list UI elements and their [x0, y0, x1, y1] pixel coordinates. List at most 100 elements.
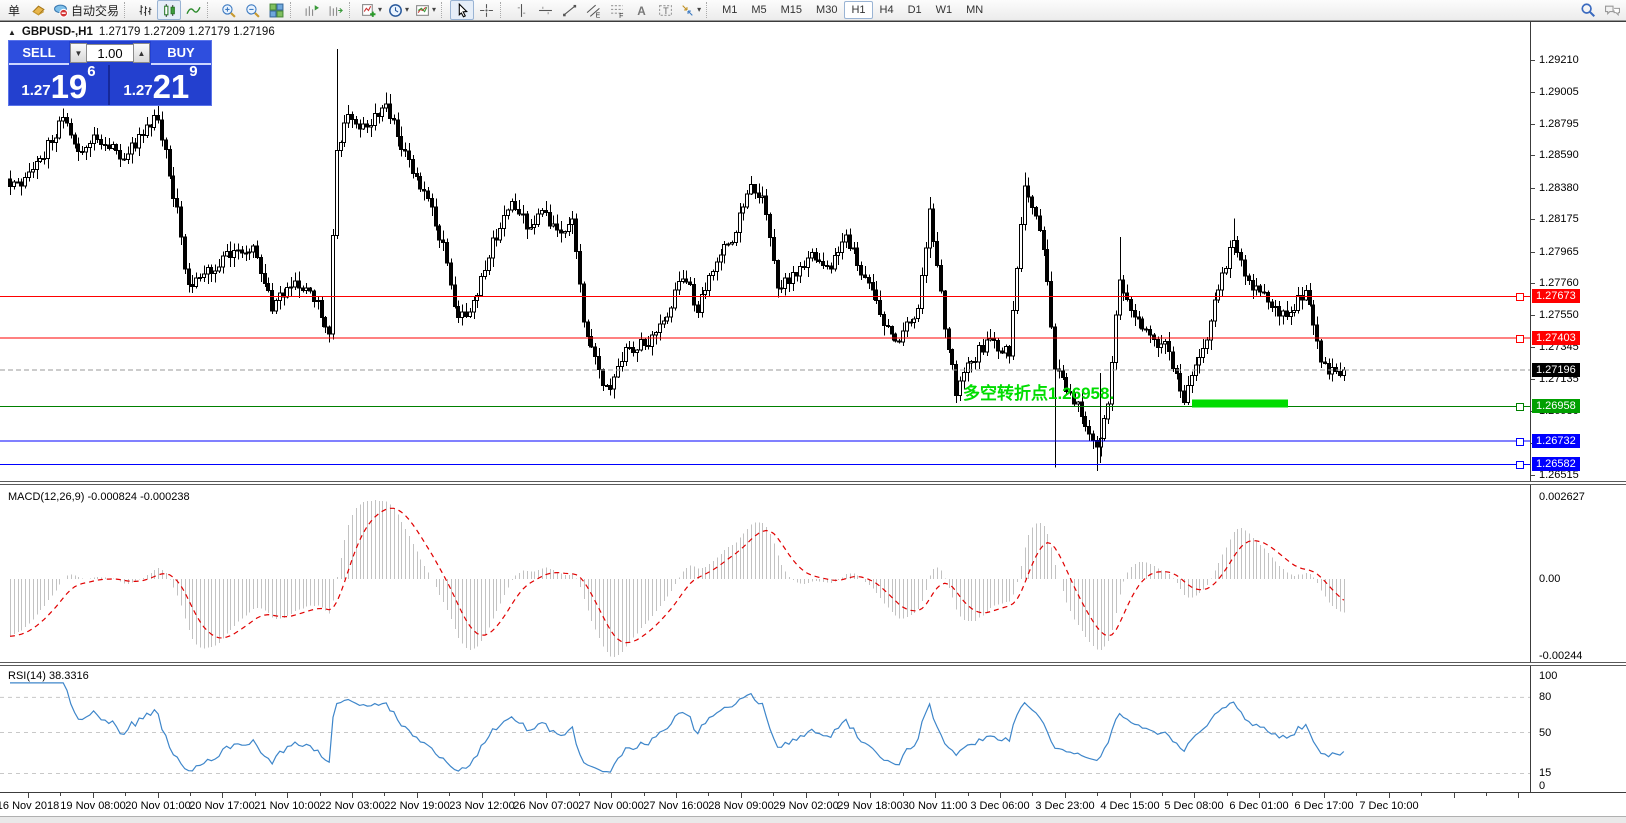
line-endpoint-handle[interactable] [1516, 403, 1524, 411]
candlestick-chart-button[interactable] [157, 0, 181, 20]
x-axis-label: 22 Nov 03:00 [319, 800, 384, 812]
svg-text:A: A [637, 4, 646, 17]
rsi-axis-tick: 15 [1539, 767, 1551, 779]
chat-icon [1604, 3, 1621, 18]
x-axis-label: 21 Nov 10:00 [254, 800, 319, 812]
chart-shift-button[interactable] [299, 0, 323, 20]
cursor-icon [455, 3, 470, 18]
periods-button[interactable]: ▾ [385, 0, 412, 20]
auto-scroll-button[interactable] [323, 0, 347, 20]
volume-input[interactable] [87, 44, 133, 62]
dropdown-arrow-icon[interactable]: ▾ [405, 6, 409, 14]
search-button[interactable] [1576, 0, 1600, 20]
cursor-button[interactable] [450, 0, 474, 20]
new-chart-button[interactable]: ▾ [358, 0, 385, 20]
zoom-in-icon [221, 3, 236, 18]
crosshair-button[interactable] [474, 0, 498, 20]
svg-text:E: E [595, 12, 600, 18]
pane-divider-macd[interactable] [0, 481, 1626, 485]
zoom-out-icon [245, 3, 260, 18]
new-chart-icon [361, 3, 376, 18]
pane-divider-rsi[interactable] [0, 662, 1626, 666]
arrows-icon [680, 3, 695, 18]
rsi-axis-tick: 0 [1539, 780, 1545, 792]
x-axis-label: 7 Dec 10:00 [1359, 800, 1418, 812]
sell-price[interactable]: 1.27196 [9, 65, 110, 105]
rsi-axis-tick: 80 [1539, 691, 1551, 703]
y-axis-tick: 1.27965 [1539, 246, 1579, 258]
chart-canvas[interactable] [0, 22, 1626, 823]
tile-windows-button[interactable] [264, 0, 288, 20]
y-axis-tick: 1.28590 [1539, 149, 1579, 161]
y-axis-tick: 1.28795 [1539, 118, 1579, 130]
dropdown-arrow-icon[interactable]: ▾ [697, 6, 701, 14]
templates-icon [415, 3, 430, 18]
window-bottom-strip [0, 816, 1626, 823]
buy-price[interactable]: 1.27219 [110, 65, 211, 105]
timeframe-d1[interactable]: D1 [901, 1, 929, 19]
price-badge-1.26582: 1.26582 [1532, 457, 1580, 471]
level-lines [0, 297, 1530, 465]
candlestick-series [9, 49, 1346, 471]
toolbar-separator [441, 2, 447, 18]
symbol-period: GBPUSD-,H1 [22, 26, 93, 38]
line-endpoint-handle[interactable] [1516, 438, 1524, 446]
y-axis-tick: 1.27760 [1539, 277, 1579, 289]
svg-text:F: F [619, 12, 623, 17]
timeframe-mn[interactable]: MN [959, 1, 990, 19]
fibonacci-button[interactable]: F [605, 0, 629, 20]
buy-button[interactable]: BUY [151, 41, 211, 65]
text-label-button[interactable]: T [653, 0, 677, 20]
dropdown-arrow-icon[interactable]: ▾ [378, 6, 382, 14]
rsi-label: RSI(14) 38.3316 [8, 670, 89, 682]
autotrading-button[interactable]: 自动交易 [50, 0, 122, 20]
bar-chart-button[interactable] [133, 0, 157, 20]
templates-button[interactable]: ▾ [412, 0, 439, 20]
trendline-button[interactable] [557, 0, 581, 20]
toolbar-separator [124, 2, 130, 18]
new-order-button[interactable] [26, 0, 50, 20]
fibonacci-icon: F [610, 3, 625, 18]
text-button[interactable]: A [629, 0, 653, 20]
text-icon: A [634, 3, 649, 18]
line-endpoint-handle[interactable] [1516, 461, 1524, 469]
rsi-series [0, 683, 1530, 774]
line-endpoint-handle[interactable] [1516, 293, 1524, 301]
volume-decrease-button[interactable]: ▼ [70, 43, 87, 63]
x-axis-label: 3 Dec 06:00 [970, 800, 1029, 812]
macd-axis-tick: -0.00244 [1539, 650, 1582, 662]
timeframe-m5[interactable]: M5 [744, 1, 773, 19]
timeframe-w1[interactable]: W1 [929, 1, 960, 19]
sell-button[interactable]: SELL [9, 41, 69, 65]
equidistant-channel-icon: E [586, 3, 601, 18]
svg-text:T: T [663, 6, 669, 16]
equidistant-channel-button[interactable]: E [581, 0, 605, 20]
new-order-label: 单 [2, 0, 26, 20]
tile-windows-icon [269, 3, 284, 18]
chat-button[interactable] [1600, 0, 1624, 20]
macd-label: MACD(12,26,9) -0.000824 -0.000238 [8, 491, 190, 503]
rsi-axis-tick: 50 [1539, 727, 1551, 739]
toolbar-separator [500, 2, 506, 18]
zoom-in-button[interactable] [216, 0, 240, 20]
volume-increase-button[interactable]: ▲ [133, 43, 150, 63]
horizontal-line-button[interactable] [533, 0, 557, 20]
price-axis[interactable]: 1.292101.290051.287951.285901.283801.281… [1530, 22, 1626, 792]
vertical-line-button[interactable] [509, 0, 533, 20]
line-chart-button[interactable] [181, 0, 205, 20]
arrows-button[interactable]: ▾ [677, 0, 704, 20]
timeframe-h4[interactable]: H4 [873, 1, 901, 19]
dropdown-arrow-icon[interactable]: ▾ [432, 6, 436, 14]
timeframe-m1[interactable]: M1 [715, 1, 744, 19]
horizontal-line-icon [538, 3, 553, 18]
date-axis[interactable]: 16 Nov 201819 Nov 08:0020 Nov 01:0020 No… [0, 792, 1626, 817]
timeframe-m15[interactable]: M15 [774, 1, 809, 19]
timeframe-h1[interactable]: H1 [844, 1, 872, 19]
price-badge-1.27403: 1.27403 [1532, 331, 1580, 345]
toolbar-separator [207, 2, 213, 18]
zoom-out-button[interactable] [240, 0, 264, 20]
timeframe-m30[interactable]: M30 [809, 1, 844, 19]
one-click-collapse-icon[interactable]: ▲ [8, 28, 16, 37]
line-endpoint-handle[interactable] [1516, 335, 1524, 343]
y-axis-tick: 1.29005 [1539, 86, 1579, 98]
